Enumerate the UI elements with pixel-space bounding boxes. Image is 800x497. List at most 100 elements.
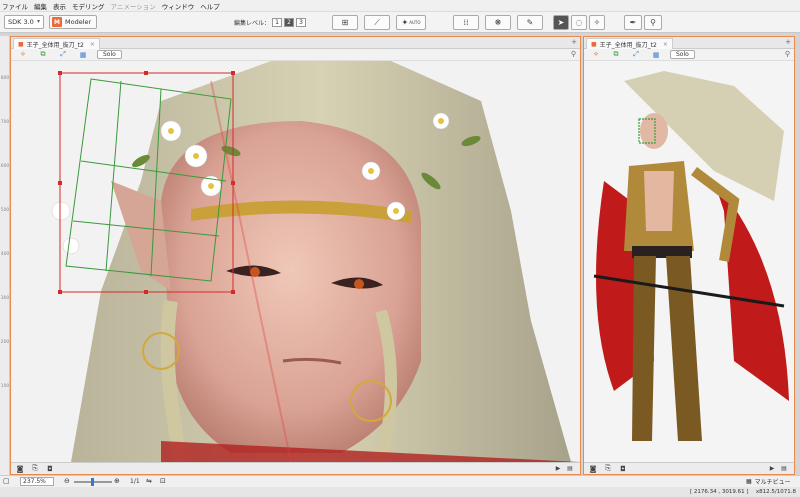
multiview-label: マルチビュー bbox=[754, 479, 791, 486]
zoom-input[interactable]: 237.5% bbox=[20, 477, 54, 486]
view-bottom-bar: ◙ ⎘ ◘ ▶ ▤ bbox=[11, 462, 580, 474]
deformer-mesh-button[interactable]: ⊞ bbox=[332, 15, 358, 30]
record-icon[interactable]: ◘ bbox=[44, 464, 56, 473]
display-toggle-icon[interactable]: ⧉ bbox=[608, 50, 624, 60]
brush-icon: ✎ bbox=[526, 18, 534, 27]
flip-horizontal-icon[interactable]: ⇋ bbox=[146, 477, 152, 485]
lasso-tool-button[interactable]: ◌ bbox=[571, 15, 587, 30]
ruler-tick: 200 bbox=[0, 340, 10, 345]
ruler-tick: 400 bbox=[0, 252, 10, 257]
edit-level-group: 編集レベル： 1 2 3 bbox=[234, 18, 307, 27]
model-file-icon: ■ bbox=[591, 40, 597, 48]
menu-bar: ファイル 編集 表示 モデリング アニメーション ウィンドウ ヘルプ bbox=[0, 0, 800, 12]
play-icon[interactable]: ▶ bbox=[766, 464, 778, 473]
timeline-icon[interactable]: ▤ bbox=[564, 464, 576, 473]
solo-button-right[interactable]: Solo bbox=[670, 50, 695, 59]
modeler-mode-button[interactable]: M Modeler bbox=[49, 15, 97, 29]
camera-icon[interactable]: ◙ bbox=[587, 464, 599, 473]
menu-view[interactable]: 表示 bbox=[53, 1, 66, 11]
bezier-tool-button[interactable]: ⟋ bbox=[364, 15, 390, 30]
main-view-panel: ■ 王子_全体用_抜刀_t2 × + ⟡ ⧉ ⤢ ▦ Solo ⚲ ◙ ⎘ ◘ … bbox=[10, 36, 581, 475]
menu-help[interactable]: ヘルプ bbox=[200, 1, 220, 11]
screenshot-icon[interactable]: ⎘ bbox=[602, 464, 614, 473]
close-icon[interactable]: × bbox=[663, 41, 668, 48]
add-view-icon[interactable]: + bbox=[571, 38, 577, 46]
secondary-view-panel: ■ 王子_全体用_抜刀_t2 × + ⟡ ⧉ ⤢ ▦ Solo ⚲ ◙ ⎘ ◘ … bbox=[583, 36, 795, 475]
auto-label: AUTO bbox=[409, 20, 421, 25]
view-frame-icon[interactable]: ▢ bbox=[3, 477, 10, 485]
auto-mesh-icon: ✦ bbox=[401, 18, 409, 27]
fit-view-icon[interactable]: ⤢ bbox=[628, 50, 644, 60]
modeler-label: Modeler bbox=[65, 18, 92, 26]
ruler-tick: 300 bbox=[0, 296, 10, 301]
reset-view-icon[interactable]: ⊡ bbox=[160, 477, 166, 485]
search-icon[interactable]: ⚲ bbox=[785, 50, 790, 58]
record-icon[interactable]: ◘ bbox=[617, 464, 629, 473]
cursor-coordinates: [ 2176.34 , 3019.61 ] bbox=[690, 489, 749, 495]
display-toggle-icon[interactable]: ⧉ bbox=[35, 50, 51, 60]
grid-icon[interactable]: ▦ bbox=[648, 50, 664, 60]
view-tab-bar-right: ■ 王子_全体用_抜刀_t2 × + bbox=[584, 37, 794, 49]
close-icon[interactable]: × bbox=[90, 41, 95, 48]
zoom-out-icon[interactable]: ⊖ bbox=[64, 477, 70, 485]
camera-icon[interactable]: ◙ bbox=[14, 464, 26, 473]
view-toolbar: ⟡ ⧉ ⤢ ▦ Solo ⚲ bbox=[11, 49, 580, 61]
tab-title-right: 王子_全体用_抜刀_t2 bbox=[599, 41, 657, 49]
ruler-tick: 800 bbox=[0, 76, 10, 81]
menu-file[interactable]: ファイル bbox=[2, 1, 28, 11]
model-file-icon: ■ bbox=[18, 40, 24, 48]
ruler-tick: 500 bbox=[0, 208, 10, 213]
tab-model[interactable]: ■ 王子_全体用_抜刀_t2 × bbox=[13, 38, 100, 49]
bezier-icon: ⟋ bbox=[374, 17, 380, 27]
menu-animation[interactable]: アニメーション bbox=[111, 1, 156, 11]
chevron-down-icon: ▾ bbox=[36, 18, 40, 25]
glue-tool-button[interactable]: ❋ bbox=[485, 15, 511, 30]
sdk-version-label: SDK 3.0 bbox=[8, 18, 34, 26]
edit-level-3[interactable]: 3 bbox=[296, 18, 307, 27]
lasso-icon: ◌ bbox=[575, 18, 583, 27]
pen-icon: ✒ bbox=[629, 18, 637, 27]
mesh-edit-icon: ⊞ bbox=[341, 18, 349, 27]
model-canvas[interactable] bbox=[11, 61, 580, 462]
playback-controls: ▶ ▤ bbox=[552, 464, 576, 473]
paint-tool-button[interactable]: ✎ bbox=[517, 15, 543, 30]
pin-tool-button[interactable]: ⚲ bbox=[644, 15, 662, 30]
pin-view-icon[interactable]: ⚲ bbox=[571, 50, 576, 58]
model-canvas-right[interactable] bbox=[584, 61, 794, 462]
timeline-icon[interactable]: ▤ bbox=[778, 464, 790, 473]
add-view-icon[interactable]: + bbox=[785, 38, 791, 46]
grid-icon[interactable]: ▦ bbox=[75, 50, 91, 60]
fit-view-icon[interactable]: ⤢ bbox=[55, 50, 71, 60]
edit-level-1[interactable]: 1 bbox=[272, 18, 283, 27]
edit-level-label: 編集レベル： bbox=[234, 20, 271, 27]
vertical-ruler: 800 700 600 500 400 300 200 100 bbox=[0, 36, 10, 475]
edit-level-2[interactable]: 2 bbox=[284, 18, 295, 27]
auto-mesh-button[interactable]: ✦ AUTO bbox=[396, 15, 426, 30]
screenshot-icon[interactable]: ⎘ bbox=[29, 464, 41, 473]
mesh-division-icon: ⁞⁞ bbox=[463, 18, 469, 27]
menu-modeling[interactable]: モデリング bbox=[72, 1, 105, 11]
menu-window[interactable]: ウィンドウ bbox=[162, 1, 195, 11]
mesh-division-button[interactable]: ⁞⁞ bbox=[453, 15, 479, 30]
zoom-slider[interactable] bbox=[74, 478, 112, 486]
view-bottom-bar-right: ◙ ⎘ ◘ ▶ ▤ bbox=[584, 462, 794, 474]
view-toolbar-right: ⟡ ⧉ ⤢ ▦ Solo ⚲ bbox=[584, 49, 794, 61]
ruler-tick: 700 bbox=[0, 120, 10, 125]
zoom-in-icon[interactable]: ⊕ bbox=[114, 477, 120, 485]
magic-wand-button[interactable]: ✧ bbox=[589, 15, 605, 30]
magic-wand-icon: ✧ bbox=[593, 18, 601, 27]
multiview-button[interactable]: ▦ マルチビュー bbox=[746, 477, 791, 486]
pin-icon: ⚲ bbox=[650, 18, 656, 27]
edit-deformer-button[interactable]: ✒ bbox=[624, 15, 642, 30]
arrow-tool-button[interactable]: ➤ bbox=[553, 15, 569, 30]
deformer-visibility-icon[interactable]: ⟡ bbox=[588, 50, 604, 60]
sdk-version-select[interactable]: SDK 3.0 ▾ bbox=[4, 15, 44, 29]
play-icon[interactable]: ▶ bbox=[552, 464, 564, 473]
menu-edit[interactable]: 編集 bbox=[34, 1, 47, 11]
view-tab-bar: ■ 王子_全体用_抜刀_t2 × + bbox=[11, 37, 580, 49]
tab-model-right[interactable]: ■ 王子_全体用_抜刀_t2 × bbox=[586, 38, 673, 49]
zoom-slider-knob[interactable] bbox=[91, 478, 94, 486]
solo-button[interactable]: Solo bbox=[97, 50, 122, 59]
deformer-visibility-icon[interactable]: ⟡ bbox=[15, 50, 31, 60]
viewport-info: x812.5/1071.8 bbox=[755, 489, 796, 495]
